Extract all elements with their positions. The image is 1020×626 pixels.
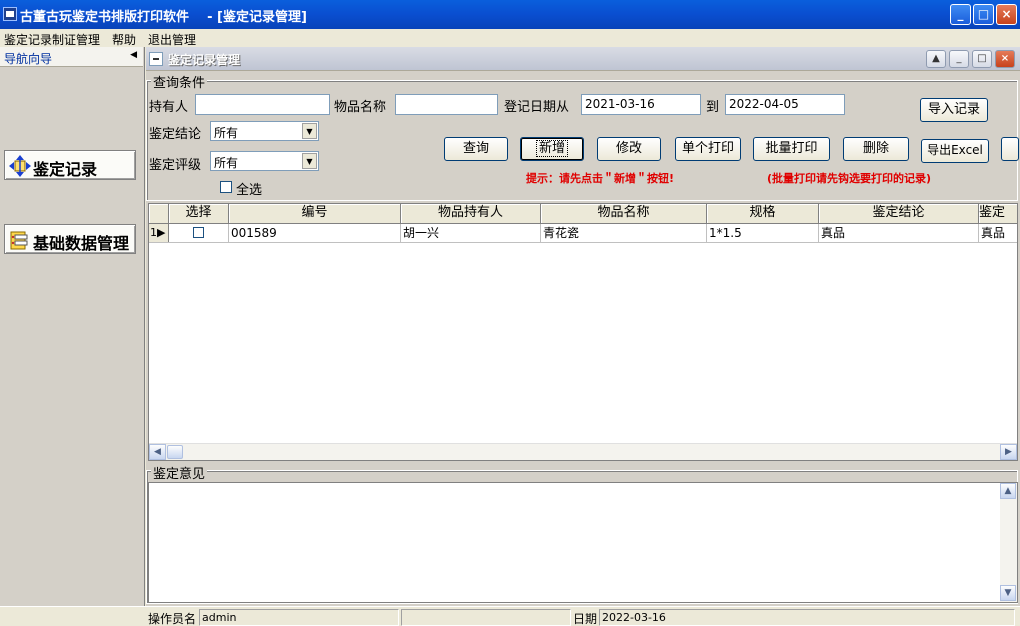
- app-icon: [3, 7, 17, 21]
- add-button-label: 新增: [535, 140, 568, 157]
- cell-conclusion[interactable]: 真品: [819, 224, 979, 242]
- record-management-window: 鉴定记录管理 ▲ _ □ × 查询条件 持有人 物品名称 登记日期从 2021-…: [146, 47, 1020, 606]
- export-excel-button[interactable]: 导出Excel: [921, 139, 989, 163]
- date-label: 日期: [573, 612, 598, 626]
- cell-holder[interactable]: 胡一兴: [401, 224, 541, 242]
- scroll-thumb[interactable]: [167, 445, 183, 459]
- operator-label: 操作员名: [148, 612, 197, 626]
- grade-select[interactable]: 所有 ▼: [210, 151, 319, 171]
- scroll-left-icon[interactable]: ◀: [149, 444, 166, 460]
- cell-spec[interactable]: 1*1.5: [707, 224, 819, 242]
- date-to-label: 到: [706, 100, 720, 115]
- window-title: 古董古玩鉴定书排版打印软件 - [鉴定记录管理]: [20, 10, 307, 25]
- holder-label: 持有人: [149, 100, 189, 115]
- opinion-vertical-scrollbar[interactable]: ▲ ▼: [1000, 483, 1017, 602]
- menu-bar: 鉴定记录制证管理 帮助 退出管理: [0, 29, 1020, 47]
- item-name-label: 物品名称: [334, 100, 387, 115]
- date-from-input[interactable]: 2021-03-16: [581, 94, 701, 115]
- column-header-item-name[interactable]: 物品名称: [541, 204, 707, 223]
- records-table: 选择 编号 物品持有人 物品名称 规格 鉴定结论 鉴定 1▶ 001589 胡一…: [148, 203, 1018, 461]
- status-spacer: [401, 609, 571, 626]
- nav-header: 导航向导 ◀: [0, 47, 143, 67]
- minimize-button[interactable]: _: [950, 4, 971, 25]
- column-header-code[interactable]: 编号: [229, 204, 401, 223]
- child-minimize-button[interactable]: _: [949, 50, 969, 68]
- grade-select-value: 所有: [214, 156, 239, 170]
- status-bar: 操作员名 admin 日期 2022-03-16: [0, 606, 1020, 626]
- grade-label: 鉴定评级: [149, 158, 202, 173]
- nav-item-base-data[interactable]: 基础数据管理: [4, 224, 136, 254]
- table-horizontal-scrollbar[interactable]: ◀ ▶: [149, 443, 1017, 460]
- menu-help[interactable]: 帮助: [112, 31, 136, 48]
- operator-value: admin: [199, 609, 399, 626]
- table-row[interactable]: 1▶ 001589 胡一兴 青花瓷 1*1.5 真品 真品: [149, 224, 1017, 243]
- opinion-group-legend: 鉴定意见: [151, 463, 208, 482]
- select-all-label[interactable]: 全选: [236, 179, 262, 198]
- date-from-label: 登记日期从: [504, 100, 570, 115]
- print-single-button[interactable]: 单个打印: [675, 137, 741, 161]
- scroll-up-icon[interactable]: ▲: [1000, 483, 1016, 499]
- cell-item-name[interactable]: 青花瓷: [541, 224, 707, 242]
- item-name-input[interactable]: [395, 94, 498, 115]
- row-select-checkbox[interactable]: [193, 227, 204, 238]
- select-all-checkbox[interactable]: [220, 181, 232, 193]
- import-records-button[interactable]: 导入记录: [920, 98, 988, 122]
- column-header-grade[interactable]: 鉴定: [979, 204, 1017, 223]
- folder-data-icon: [10, 231, 28, 250]
- conclusion-label: 鉴定结论: [149, 127, 202, 142]
- table-header: 选择 编号 物品持有人 物品名称 规格 鉴定结论 鉴定: [149, 204, 1017, 224]
- nav-item-records[interactable]: 鉴定记录: [4, 150, 136, 180]
- conclusion-select-value: 所有: [214, 126, 239, 140]
- add-hint-text: 提示：请先点击＂新增＂按钮!: [526, 172, 675, 185]
- child-maximize-button[interactable]: □: [972, 50, 992, 68]
- opinion-textarea[interactable]: ▲ ▼: [148, 482, 1018, 603]
- query-group-legend: 查询条件: [151, 72, 208, 91]
- delete-button[interactable]: 删除: [843, 137, 909, 161]
- window-title-bar: 古董古玩鉴定书排版打印软件 - [鉴定记录管理] _ □ ×: [0, 0, 1020, 29]
- holder-input[interactable]: [195, 94, 330, 115]
- column-header-conclusion[interactable]: 鉴定结论: [819, 204, 979, 223]
- navigation-panel: 导航向导 ◀ 鉴定记录 基础数据管理: [0, 47, 145, 606]
- nav-header-label: 导航向导: [4, 52, 53, 66]
- close-button[interactable]: ×: [996, 4, 1017, 25]
- column-header-select[interactable]: 选择: [169, 204, 229, 223]
- record-arrows-icon: [9, 155, 31, 177]
- scroll-down-icon[interactable]: ▼: [1000, 585, 1016, 601]
- cell-code[interactable]: 001589: [229, 224, 401, 242]
- chevron-down-icon[interactable]: ▼: [302, 123, 317, 139]
- nav-item-base-data-label: 基础数据管理: [33, 234, 130, 253]
- conclusion-select[interactable]: 所有 ▼: [210, 121, 319, 141]
- cell-grade[interactable]: 真品: [979, 224, 1017, 242]
- child-system-menu-icon[interactable]: [149, 52, 163, 66]
- row-select-cell[interactable]: [169, 224, 229, 242]
- add-button[interactable]: 新增: [520, 137, 584, 161]
- child-close-button[interactable]: ×: [995, 50, 1015, 68]
- child-window-title: 鉴定记录管理: [168, 53, 241, 67]
- nav-item-records-label: 鉴定记录: [33, 160, 98, 179]
- date-to-input[interactable]: 2022-04-05: [725, 94, 845, 115]
- menu-record-management[interactable]: 鉴定记录制证管理: [4, 31, 100, 48]
- row-header-corner: [149, 204, 169, 223]
- overflow-button[interactable]: [1001, 137, 1019, 161]
- date-value: 2022-03-16: [599, 609, 1015, 626]
- search-button[interactable]: 查询: [444, 137, 508, 161]
- row-indicator[interactable]: 1▶: [149, 224, 169, 242]
- child-title-bar: 鉴定记录管理 ▲ _ □ ×: [146, 47, 1020, 71]
- menu-exit[interactable]: 退出管理: [148, 31, 196, 48]
- maximize-button[interactable]: □: [973, 4, 994, 25]
- chevron-down-icon[interactable]: ▼: [302, 153, 317, 169]
- print-batch-button[interactable]: 批量打印: [753, 137, 830, 161]
- edit-button[interactable]: 修改: [597, 137, 661, 161]
- column-header-holder[interactable]: 物品持有人: [401, 204, 541, 223]
- scroll-right-icon[interactable]: ▶: [1000, 444, 1017, 460]
- child-restore-button[interactable]: ▲: [926, 50, 946, 68]
- batch-print-hint-text: (批量打印请先钩选要打印的记录): [767, 172, 932, 185]
- column-header-spec[interactable]: 规格: [707, 204, 819, 223]
- nav-collapse-icon[interactable]: ◀: [130, 50, 137, 60]
